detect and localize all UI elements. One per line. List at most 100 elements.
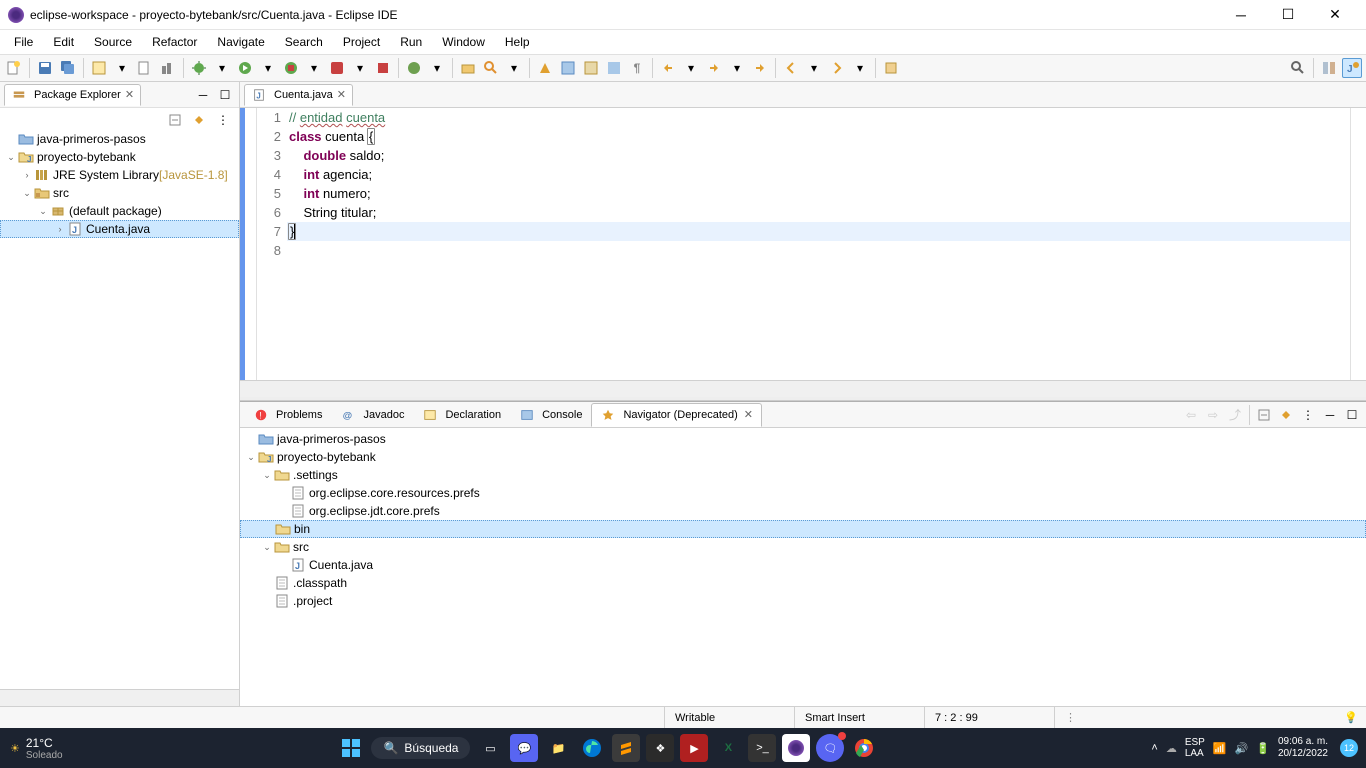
twisty-icon[interactable]: ⌄	[244, 452, 258, 463]
next-annotation-dropdown[interactable]: ▾	[681, 58, 701, 78]
show-pilcrow-button[interactable]: ¶	[627, 58, 647, 78]
forward-dropdown[interactable]: ▾	[850, 58, 870, 78]
bottom-tab-problems[interactable]: !Problems	[244, 403, 331, 427]
twisty-icon[interactable]: ⌄	[20, 188, 34, 199]
tree-item[interactable]: ⌄src	[0, 184, 239, 202]
save-all-button[interactable]	[58, 58, 78, 78]
explorer-button[interactable]: 📁	[544, 734, 572, 762]
tree-item[interactable]: JCuenta.java	[240, 556, 1366, 574]
menu-window[interactable]: Window	[432, 32, 495, 52]
taskbar-clock[interactable]: 09:06 a. m. 20/12/2022	[1278, 736, 1332, 760]
chat-button[interactable]: 💬	[510, 734, 538, 762]
excel-button[interactable]: X	[714, 734, 742, 762]
menu-help[interactable]: Help	[495, 32, 540, 52]
tree-item[interactable]: ⌄Jproyecto-bytebank	[0, 148, 239, 166]
menu-file[interactable]: File	[4, 32, 43, 52]
bottom-tab-console[interactable]: Console	[510, 403, 591, 427]
tip-icon[interactable]: 💡	[1344, 711, 1358, 724]
prev-edit-button[interactable]	[658, 58, 678, 78]
tree-item[interactable]: java-primeros-pasos	[0, 130, 239, 148]
menu-search[interactable]: Search	[275, 32, 333, 52]
link-editor-button[interactable]	[189, 110, 209, 130]
search-button[interactable]	[481, 58, 501, 78]
save-button[interactable]	[35, 58, 55, 78]
lang-indicator-1[interactable]: ESP	[1185, 737, 1205, 748]
tree-item[interactable]: org.eclipse.core.resources.prefs	[240, 484, 1366, 502]
toggle-block-button[interactable]	[558, 58, 578, 78]
view-menu-button[interactable]: ⋮	[1298, 405, 1318, 425]
new-window-button[interactable]	[135, 58, 155, 78]
bottom-tab-declaration[interactable]: Declaration	[413, 403, 510, 427]
start-button[interactable]	[337, 734, 365, 762]
menu-run[interactable]: Run	[390, 32, 432, 52]
sublime-button[interactable]	[612, 734, 640, 762]
close-button[interactable]: ✕	[1312, 0, 1358, 30]
tree-item[interactable]: bin	[240, 520, 1366, 538]
twisty-icon[interactable]: ⌄	[260, 542, 274, 553]
nav-back-button[interactable]: ⇦	[1181, 405, 1201, 425]
app-button[interactable]: ▶	[680, 734, 708, 762]
code-editor[interactable]: 12345678 // entidad cuentaclass cuenta {…	[240, 108, 1366, 380]
editor-tab-cuenta[interactable]: J Cuenta.java ✕	[244, 84, 353, 106]
bottom-tab-navigator-deprecated-[interactable]: Navigator (Deprecated)✕	[591, 403, 762, 427]
prev-annotation-dropdown[interactable]: ▾	[727, 58, 747, 78]
coverage-button[interactable]	[281, 58, 301, 78]
new-dropdown-button[interactable]: ▾	[112, 58, 132, 78]
twisty-icon[interactable]: ›	[53, 224, 67, 234]
twisty-icon[interactable]: ⌄	[36, 206, 50, 217]
tree-item[interactable]: .project	[240, 592, 1366, 610]
minimize-view-button[interactable]: ─	[193, 85, 213, 105]
twisty-icon[interactable]: ⌄	[260, 470, 274, 481]
lang-indicator-2[interactable]: LAA	[1185, 748, 1205, 759]
tree-item[interactable]: ⌄.settings	[240, 466, 1366, 484]
tree-item[interactable]: ⌄Jproyecto-bytebank	[240, 448, 1366, 466]
quick-access-button[interactable]	[1288, 58, 1308, 78]
notifications-button[interactable]: 12	[1340, 739, 1358, 757]
build-button[interactable]	[158, 58, 178, 78]
git-button[interactable]: ❖	[646, 734, 674, 762]
nav-up-button[interactable]: ⤴	[1225, 405, 1245, 425]
edge-button[interactable]	[578, 734, 606, 762]
collapse-all-button[interactable]	[1254, 405, 1274, 425]
package-explorer-tab[interactable]: Package Explorer ✕	[4, 84, 141, 106]
tree-item[interactable]: .classpath	[240, 574, 1366, 592]
debug-dropdown[interactable]: ▾	[212, 58, 232, 78]
last-edit-button[interactable]	[750, 58, 770, 78]
twisty-icon[interactable]: ›	[20, 170, 34, 180]
battery-icon[interactable]: 🔋	[1256, 742, 1270, 755]
back-dropdown[interactable]: ▾	[804, 58, 824, 78]
wifi-icon[interactable]: 📶	[1213, 742, 1227, 755]
weather-widget[interactable]: ☀ 21°C Soleado	[0, 736, 73, 761]
maximize-button[interactable]: ☐	[1265, 0, 1311, 30]
taskbar-search[interactable]: 🔍Búsqueda	[371, 737, 470, 759]
minimize-view-button[interactable]: ─	[1320, 405, 1340, 425]
menu-navigate[interactable]: Navigate	[207, 32, 274, 52]
close-icon[interactable]: ✕	[744, 408, 753, 421]
toggle-wordwrap-button[interactable]	[604, 58, 624, 78]
tree-item[interactable]: ⌄(default package)	[0, 202, 239, 220]
external-tools-button[interactable]	[373, 58, 393, 78]
twisty-icon[interactable]: ⌄	[4, 152, 18, 163]
new-package-button[interactable]	[458, 58, 478, 78]
java-perspective-button[interactable]: J	[1342, 58, 1362, 78]
search-dropdown[interactable]: ▾	[504, 58, 524, 78]
eclipse-button[interactable]	[782, 734, 810, 762]
package-explorer-tree[interactable]: java-primeros-pasos⌄Jproyecto-bytebank›J…	[0, 128, 239, 689]
tree-item[interactable]: ⌄src	[240, 538, 1366, 556]
forward-button[interactable]	[827, 58, 847, 78]
link-with-editor-button[interactable]	[1276, 405, 1296, 425]
onedrive-icon[interactable]: ☁	[1166, 742, 1177, 755]
menu-source[interactable]: Source	[84, 32, 142, 52]
menu-refactor[interactable]: Refactor	[142, 32, 207, 52]
bottom-tab-javadoc[interactable]: @Javadoc	[331, 403, 413, 427]
maximize-view-button[interactable]: ☐	[1342, 405, 1362, 425]
close-icon[interactable]: ✕	[125, 88, 134, 101]
chevron-up-icon[interactable]: ˄	[1151, 742, 1157, 754]
collapse-all-button[interactable]	[165, 110, 185, 130]
back-button[interactable]	[781, 58, 801, 78]
chrome-button[interactable]	[850, 734, 878, 762]
next-edit-button[interactable]	[704, 58, 724, 78]
pin-editor-button[interactable]	[881, 58, 901, 78]
debug-button[interactable]	[189, 58, 209, 78]
minimize-button[interactable]: ─	[1218, 0, 1264, 30]
